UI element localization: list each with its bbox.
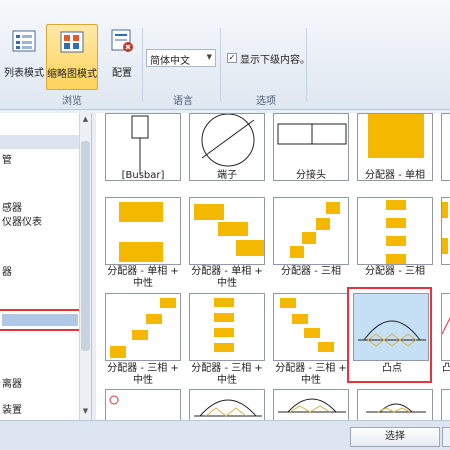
symbol-caption: 分配器 - 三相 + (275, 363, 347, 374)
symbol-thumbnail[interactable] (357, 197, 433, 265)
symbol-gallery: [Busbar] 端子 分接头 分配器 - 单相 分配器 - 单相 + 中性 分… (96, 113, 450, 420)
distributor-three-phase-icon (386, 200, 406, 264)
symbol-thumbnail[interactable] (273, 197, 349, 265)
config-icon (111, 29, 133, 52)
show-sub-checkbox[interactable]: ✓ (227, 53, 237, 63)
options-group-label: 选项 (256, 96, 276, 107)
cancel-button[interactable] (442, 427, 450, 447)
separator (142, 28, 143, 102)
thumbnail-mode-label: 缩略图模式 (47, 69, 97, 80)
symbol-caption: 分配器 - 三相 + (191, 363, 263, 374)
config-label: 配置 (112, 68, 132, 79)
distributor-three-neutral-icon (214, 298, 234, 352)
language-value: 简体中文 (150, 56, 190, 67)
scroll-up-icon[interactable]: ▲ (81, 115, 90, 125)
scroll-down-icon[interactable]: ▼ (81, 407, 90, 417)
tree-scrollbar[interactable]: ▲ ▼ (79, 113, 91, 420)
symbol-thumbnail[interactable] (441, 389, 450, 420)
symbol-caption: 中性 (301, 375, 321, 386)
symbol-caption: 分配器 - 单相 + (191, 266, 263, 277)
symbol-caption: 凸 (442, 363, 450, 374)
symbol-thumbnail[interactable] (105, 293, 181, 361)
scroll-thumb[interactable] (81, 141, 90, 351)
symbol-thumbnail[interactable] (189, 389, 265, 420)
distributor-icon (442, 202, 448, 254)
distributor-single-neutral-icon (119, 202, 163, 262)
symbol-caption: 中性 (217, 375, 237, 386)
tree-item[interactable]: 管 (2, 151, 12, 166)
browse-group-label: 浏览 (62, 96, 82, 107)
symbol-icon (109, 395, 119, 405)
config-button[interactable]: 配置 (104, 24, 140, 90)
list-mode-icon (12, 30, 36, 52)
symbol-thumbnail[interactable] (189, 293, 265, 361)
distributor-three-neutral-icon (110, 298, 176, 358)
symbol-caption-selected: 凸点 (382, 363, 402, 374)
symbol-caption: 中性 (133, 375, 153, 386)
symbol-thumbnail[interactable] (357, 389, 433, 420)
symbol-caption: 分接头 (296, 170, 326, 181)
tree-item[interactable]: 仪器仪表 (2, 213, 42, 228)
category-tree: 管 感器 仪器仪表 器 离器 装置 ▲ ▼ (0, 113, 92, 420)
footer-bar: 选择 (0, 420, 450, 450)
list-mode-label: 列表模式 (4, 68, 44, 79)
symbol-caption: [Busbar] (121, 170, 165, 181)
list-mode-button[interactable]: 列表模式 (2, 24, 46, 90)
symbol-thumbnail[interactable] (189, 197, 265, 265)
symbol-thumbnail[interactable] (273, 293, 349, 361)
distributor-three-neutral-icon (280, 298, 334, 352)
symbol-thumbnail[interactable] (441, 197, 450, 265)
separator (306, 28, 307, 102)
symbol-caption: 端子 (217, 170, 237, 181)
thumbnail-mode-button[interactable]: 缩略图模式 (46, 24, 98, 90)
symbol-caption: 中性 (133, 278, 153, 289)
symbol-caption: 分配器 - 三相 (281, 266, 341, 277)
symbol-thumbnail[interactable] (273, 389, 349, 420)
symbol-icon (278, 398, 346, 413)
symbol-caption: 分配器 - 单相 + (107, 266, 179, 277)
ribbon: 列表模式 缩略图模式 配置 浏览 简体中文 ▼ 语言 ✓ 显示下级内容。 选项 (0, 0, 450, 110)
symbol-thumbnail[interactable] (105, 389, 181, 420)
symbol-icon (194, 399, 262, 417)
language-group-label: 语言 (173, 96, 193, 107)
tree-item[interactable]: 器 (2, 263, 12, 278)
language-dropdown[interactable]: 简体中文 ▼ (146, 49, 216, 67)
tree-header-row (0, 135, 80, 149)
symbol-caption: 分配器 - 单相 (365, 170, 425, 181)
tree-item[interactable]: 离器 (2, 375, 22, 390)
separator (220, 28, 221, 102)
symbol-thumbnail[interactable] (105, 197, 181, 265)
bump-icon (442, 316, 450, 335)
tree-item[interactable]: 装置 (2, 401, 22, 416)
tree-item-selected[interactable] (0, 309, 84, 331)
symbol-caption: 分配器 - 三相 (365, 266, 425, 277)
symbol-thumbnail[interactable] (441, 113, 450, 181)
symbol-icon (366, 403, 426, 413)
symbol-thumbnail[interactable] (441, 293, 450, 361)
symbol-caption: 分配器 - 三相 + (107, 363, 179, 374)
tree-item[interactable]: 感器 (2, 199, 22, 214)
distributor-single-neutral-icon (194, 204, 264, 256)
distributor-three-phase-icon (290, 202, 340, 258)
thumbnail-mode-icon (60, 31, 84, 53)
symbol-caption: 中性 (217, 278, 237, 289)
select-button[interactable]: 选择 (350, 427, 440, 447)
show-sub-label: 显示下级内容。 (240, 55, 310, 66)
chevron-down-icon: ▼ (206, 53, 212, 61)
